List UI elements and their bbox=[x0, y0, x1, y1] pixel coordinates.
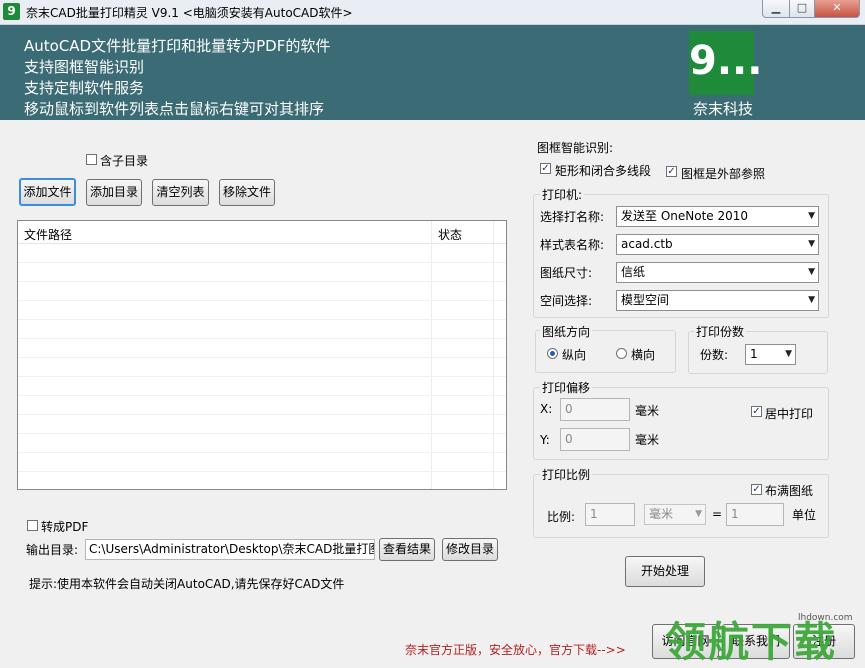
chevron-down-icon: ▼ bbox=[808, 267, 815, 277]
list-row bbox=[18, 377, 506, 396]
maximize-button[interactable]: □ bbox=[789, 0, 815, 18]
fit-paper-checkbox[interactable]: ✓ bbox=[751, 484, 762, 495]
file-list[interactable]: 文件路径 状态 bbox=[17, 220, 507, 490]
printer-name-select[interactable]: 发送至 OneNote 2010 ▼ bbox=[616, 206, 819, 227]
add-dir-button[interactable]: 添加目录 bbox=[86, 179, 142, 206]
logo-glyph: 9... bbox=[689, 38, 763, 84]
equals-sign: = bbox=[712, 507, 723, 521]
app-icon: 9 bbox=[3, 3, 20, 20]
list-row bbox=[18, 358, 506, 377]
offset-x-unit: 毫米 bbox=[635, 404, 660, 418]
list-row bbox=[18, 434, 506, 453]
portrait-label: 纵向 bbox=[562, 348, 587, 362]
offset-y-input[interactable]: 0 bbox=[560, 428, 630, 451]
to-pdf-checkbox[interactable] bbox=[27, 520, 38, 531]
offset-y-unit: 毫米 bbox=[635, 433, 660, 447]
column-header-status[interactable]: 状态 bbox=[438, 226, 462, 243]
remove-file-button[interactable]: 移除文件 bbox=[219, 179, 275, 206]
external-ref-checkbox[interactable]: ✓ bbox=[666, 166, 677, 177]
ratio-label: 比例: bbox=[547, 510, 576, 524]
chevron-down-icon: ▼ bbox=[808, 239, 815, 249]
center-print-checkbox[interactable]: ✓ bbox=[751, 406, 762, 417]
window-title: 奈末CAD批量打印精灵 V9.1 <电脑须安装有AutoCAD软件> bbox=[26, 6, 353, 20]
rect-polyline-label: 矩形和闭合多线段 bbox=[555, 164, 652, 178]
change-dir-button[interactable]: 修改目录 bbox=[442, 538, 498, 561]
chevron-down-icon: ▼ bbox=[808, 295, 815, 305]
frame-recognition-title: 图框智能识别: bbox=[537, 141, 614, 155]
printer-group-title: 打印机: bbox=[540, 186, 585, 203]
list-row bbox=[18, 396, 506, 415]
ratio-input[interactable]: 1 bbox=[585, 503, 635, 526]
units-label: 单位 bbox=[792, 508, 817, 522]
offset-y-label: Y: bbox=[540, 433, 550, 447]
include-subdirs-checkbox[interactable] bbox=[86, 154, 97, 165]
company-logo: 9... bbox=[689, 31, 763, 95]
list-row bbox=[18, 472, 506, 489]
space-select-label: 空间选择: bbox=[540, 294, 593, 308]
rect-polyline-checkbox[interactable]: ✓ bbox=[540, 163, 551, 174]
external-ref-label: 图框是外部参照 bbox=[681, 167, 766, 181]
printer-name-value: 发送至 OneNote 2010 bbox=[621, 209, 749, 223]
space-value: 模型空间 bbox=[621, 293, 670, 307]
center-print-label: 居中打印 bbox=[765, 407, 814, 421]
scale-unit-select[interactable]: 毫米 ▼ bbox=[644, 504, 706, 525]
banner-line-3: 支持定制软件服务 bbox=[24, 79, 145, 97]
paper-size-select[interactable]: 信纸 ▼ bbox=[616, 262, 819, 283]
list-row bbox=[18, 339, 506, 358]
list-header bbox=[18, 221, 506, 244]
include-subdirs-label: 含子目录 bbox=[100, 154, 149, 168]
to-pdf-label: 转成PDF bbox=[41, 520, 89, 534]
column-header-path[interactable]: 文件路径 bbox=[24, 226, 72, 243]
fit-paper-label: 布满图纸 bbox=[765, 484, 814, 498]
list-row bbox=[18, 244, 506, 263]
company-name: 奈末科技 bbox=[692, 100, 753, 118]
list-row bbox=[18, 263, 506, 282]
official-notice: 奈末官方正版，安全放心，官方下载-->> bbox=[405, 643, 626, 657]
style-table-select[interactable]: acad.ctb ▼ bbox=[616, 234, 819, 255]
start-button[interactable]: 开始处理 bbox=[625, 556, 705, 587]
landscape-label: 横向 bbox=[631, 348, 656, 362]
orientation-title: 图纸方向 bbox=[540, 323, 593, 340]
output-dir-field[interactable]: C:\Users\Administrator\Desktop\奈末CAD批量打图… bbox=[85, 539, 375, 560]
offset-title: 打印偏移 bbox=[540, 379, 593, 396]
copies-select[interactable]: 1 ▼ bbox=[745, 344, 796, 365]
units-input[interactable]: 1 bbox=[726, 503, 784, 526]
minimize-button[interactable]: ▁ bbox=[762, 0, 790, 18]
add-file-button[interactable]: 添加文件 bbox=[19, 178, 76, 206]
scale-unit-value: 毫米 bbox=[649, 507, 674, 521]
copies-value: 1 bbox=[750, 347, 758, 361]
banner-line-2: 支持图框智能识别 bbox=[24, 58, 145, 76]
space-select[interactable]: 模型空间 ▼ bbox=[616, 290, 819, 311]
list-row bbox=[18, 320, 506, 339]
copies-label: 份数: bbox=[700, 348, 729, 362]
list-row bbox=[18, 301, 506, 320]
view-result-button[interactable]: 查看结果 bbox=[379, 538, 435, 561]
list-row bbox=[18, 453, 506, 472]
watermark-url: lhdown.com bbox=[798, 613, 853, 623]
landscape-radio[interactable] bbox=[616, 348, 627, 359]
chevron-down-icon: ▼ bbox=[808, 211, 815, 221]
offset-x-label: X: bbox=[540, 402, 553, 416]
clear-list-button[interactable]: 清空列表 bbox=[152, 179, 209, 206]
paper-size-label: 图纸尺寸: bbox=[540, 266, 593, 280]
hint-text: 提示:使用本软件会自动关闭AutoCAD,请先保存好CAD文件 bbox=[29, 577, 345, 591]
scale-title: 打印比例 bbox=[540, 466, 593, 483]
banner-line-4: 移动鼠标到软件列表点击鼠标右键可对其排序 bbox=[24, 100, 325, 118]
list-row bbox=[18, 415, 506, 434]
offset-x-input[interactable]: 0 bbox=[560, 398, 630, 421]
banner-line-1: AutoCAD文件批量打印和批量转为PDF的软件 bbox=[24, 37, 331, 55]
portrait-radio[interactable] bbox=[547, 348, 558, 359]
list-row bbox=[18, 282, 506, 301]
copies-title: 打印份数 bbox=[694, 323, 747, 340]
style-table-value: acad.ctb bbox=[621, 237, 673, 251]
output-dir-label: 输出目录: bbox=[26, 543, 79, 557]
chevron-down-icon: ▼ bbox=[695, 509, 702, 519]
close-button[interactable]: ✕ bbox=[814, 0, 860, 18]
printer-name-label: 选择打名称: bbox=[540, 210, 605, 224]
paper-size-value: 信纸 bbox=[621, 265, 646, 279]
style-table-label: 样式表名称: bbox=[540, 238, 605, 252]
chevron-down-icon: ▼ bbox=[785, 349, 792, 359]
